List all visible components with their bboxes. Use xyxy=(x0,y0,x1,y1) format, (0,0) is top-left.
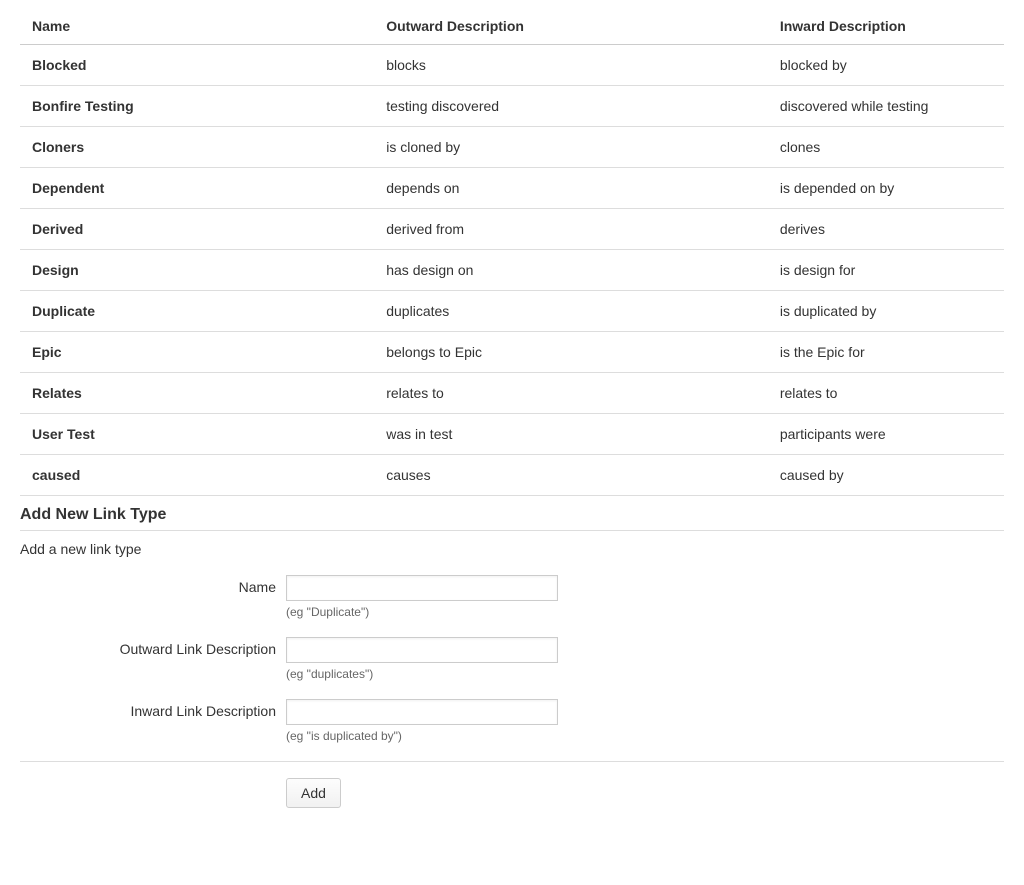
table-row: causedcausescaused by xyxy=(20,455,1004,496)
link-type-outward: derived from xyxy=(374,209,768,250)
outward-label: Outward Link Description xyxy=(20,637,286,657)
table-row: Duplicateduplicatesis duplicated by xyxy=(20,291,1004,332)
link-type-outward: causes xyxy=(374,455,768,496)
link-type-outward: depends on xyxy=(374,168,768,209)
column-header-inward: Inward Description xyxy=(768,8,1004,45)
table-row: Designhas design onis design for xyxy=(20,250,1004,291)
link-type-inward: is duplicated by xyxy=(768,291,1004,332)
link-type-name: Bonfire Testing xyxy=(20,86,374,127)
form-divider xyxy=(20,761,1004,762)
link-type-outward: blocks xyxy=(374,45,768,86)
outward-input[interactable] xyxy=(286,637,558,663)
link-type-name: Cloners xyxy=(20,127,374,168)
name-hint: (eg "Duplicate") xyxy=(286,605,1004,619)
link-type-name: Dependent xyxy=(20,168,374,209)
table-row: Derivedderived fromderives xyxy=(20,209,1004,250)
link-type-inward: clones xyxy=(768,127,1004,168)
link-type-inward: derives xyxy=(768,209,1004,250)
link-type-name: User Test xyxy=(20,414,374,455)
link-type-inward: caused by xyxy=(768,455,1004,496)
link-type-name: Design xyxy=(20,250,374,291)
link-types-table: Name Outward Description Inward Descript… xyxy=(20,8,1004,496)
link-type-outward: testing discovered xyxy=(374,86,768,127)
link-type-inward: participants were xyxy=(768,414,1004,455)
table-row: Clonersis cloned byclones xyxy=(20,127,1004,168)
link-type-outward: has design on xyxy=(374,250,768,291)
table-row: Relatesrelates torelates to xyxy=(20,373,1004,414)
column-header-outward: Outward Description xyxy=(374,8,768,45)
add-link-type-subtitle: Add a new link type xyxy=(20,541,1004,557)
link-type-outward: is cloned by xyxy=(374,127,768,168)
table-row: Epicbelongs to Epicis the Epic for xyxy=(20,332,1004,373)
link-type-outward: belongs to Epic xyxy=(374,332,768,373)
link-type-inward: is depended on by xyxy=(768,168,1004,209)
inward-hint: (eg "is duplicated by") xyxy=(286,729,1004,743)
outward-hint: (eg "duplicates") xyxy=(286,667,1004,681)
link-type-inward: relates to xyxy=(768,373,1004,414)
link-type-inward: discovered while testing xyxy=(768,86,1004,127)
link-type-outward: relates to xyxy=(374,373,768,414)
link-type-inward: blocked by xyxy=(768,45,1004,86)
link-type-name: caused xyxy=(20,455,374,496)
table-row: Dependentdepends onis depended on by xyxy=(20,168,1004,209)
inward-label: Inward Link Description xyxy=(20,699,286,719)
name-input[interactable] xyxy=(286,575,558,601)
inward-input[interactable] xyxy=(286,699,558,725)
table-row: Bonfire Testingtesting discovereddiscove… xyxy=(20,86,1004,127)
table-row: User Testwas in testparticipants were xyxy=(20,414,1004,455)
link-type-inward: is design for xyxy=(768,250,1004,291)
link-type-name: Epic xyxy=(20,332,374,373)
add-link-type-title: Add New Link Type xyxy=(20,506,1004,531)
link-type-outward: duplicates xyxy=(374,291,768,332)
link-type-name: Relates xyxy=(20,373,374,414)
table-row: Blockedblocksblocked by xyxy=(20,45,1004,86)
link-type-inward: is the Epic for xyxy=(768,332,1004,373)
add-button[interactable]: Add xyxy=(286,778,341,808)
link-type-outward: was in test xyxy=(374,414,768,455)
name-label: Name xyxy=(20,575,286,595)
column-header-name: Name xyxy=(20,8,374,45)
link-type-name: Duplicate xyxy=(20,291,374,332)
link-type-name: Blocked xyxy=(20,45,374,86)
link-type-name: Derived xyxy=(20,209,374,250)
